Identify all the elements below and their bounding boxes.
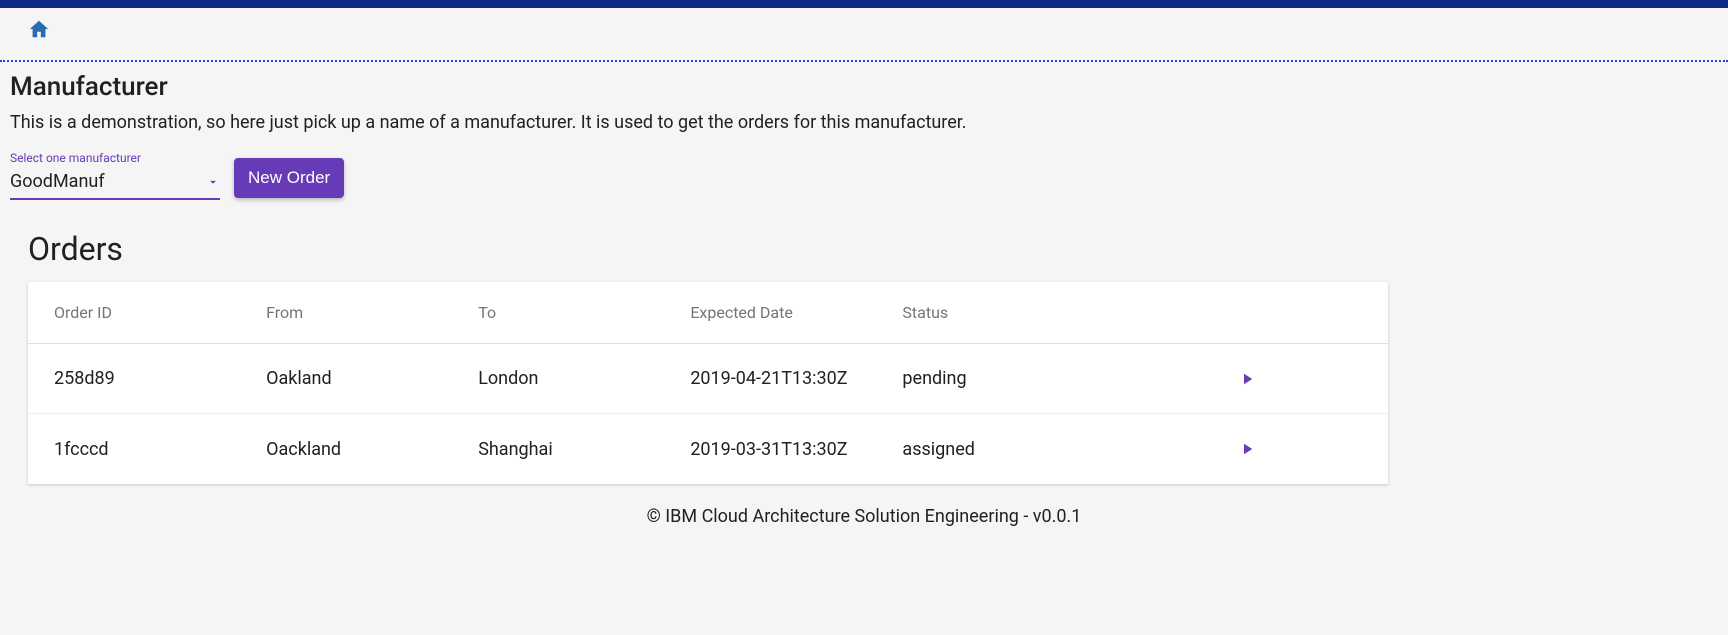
cell-expected-date: 2019-04-21T13:30Z bbox=[690, 368, 902, 389]
cell-order-id: 258d89 bbox=[54, 368, 266, 389]
play-icon[interactable] bbox=[1238, 370, 1256, 388]
content: Manufacturer This is a demonstration, so… bbox=[0, 62, 1728, 484]
orders-table-header: Order ID From To Expected Date Status bbox=[28, 282, 1388, 344]
col-expected-date: Expected Date bbox=[690, 303, 902, 322]
top-bar bbox=[0, 0, 1728, 8]
page-description: This is a demonstration, so here just pi… bbox=[10, 112, 1718, 133]
page-title: Manufacturer bbox=[10, 72, 1718, 102]
cell-expected-date: 2019-03-31T13:30Z bbox=[690, 439, 902, 460]
orders-title: Orders bbox=[28, 230, 1700, 268]
manufacturer-select[interactable]: Select one manufacturer GoodManuf bbox=[10, 151, 220, 200]
manufacturer-select-value: GoodManuf bbox=[10, 171, 105, 192]
cell-to: London bbox=[478, 368, 690, 389]
new-order-button[interactable]: New Order bbox=[234, 158, 344, 198]
chevron-down-icon bbox=[206, 175, 220, 189]
col-status: Status bbox=[902, 303, 1132, 322]
manufacturer-select-label: Select one manufacturer bbox=[10, 151, 220, 165]
home-icon bbox=[26, 18, 52, 40]
orders-section: Orders Order ID From To Expected Date St… bbox=[10, 200, 1718, 484]
table-row: 1fcccdOacklandShanghai2019-03-31T13:30Za… bbox=[28, 414, 1388, 484]
manufacturer-select-control[interactable]: GoodManuf bbox=[10, 167, 220, 200]
play-icon[interactable] bbox=[1238, 440, 1256, 458]
cell-order-id: 1fcccd bbox=[54, 439, 266, 460]
cell-from: Oackland bbox=[266, 439, 478, 460]
cell-to: Shanghai bbox=[478, 439, 690, 460]
footer-text: © IBM Cloud Architecture Solution Engine… bbox=[0, 484, 1728, 537]
controls-row: Select one manufacturer GoodManuf New Or… bbox=[10, 151, 1718, 200]
cell-action bbox=[1132, 370, 1362, 388]
col-from: From bbox=[266, 303, 478, 322]
home-link[interactable] bbox=[26, 18, 52, 40]
nav-row bbox=[0, 8, 1728, 60]
col-to: To bbox=[478, 303, 690, 322]
col-order-id: Order ID bbox=[54, 303, 266, 322]
table-row: 258d89OaklandLondon2019-04-21T13:30Zpend… bbox=[28, 344, 1388, 414]
cell-action bbox=[1132, 440, 1362, 458]
orders-table: Order ID From To Expected Date Status 25… bbox=[28, 282, 1388, 484]
cell-from: Oakland bbox=[266, 368, 478, 389]
cell-status: pending bbox=[902, 368, 1132, 389]
cell-status: assigned bbox=[902, 439, 1132, 460]
